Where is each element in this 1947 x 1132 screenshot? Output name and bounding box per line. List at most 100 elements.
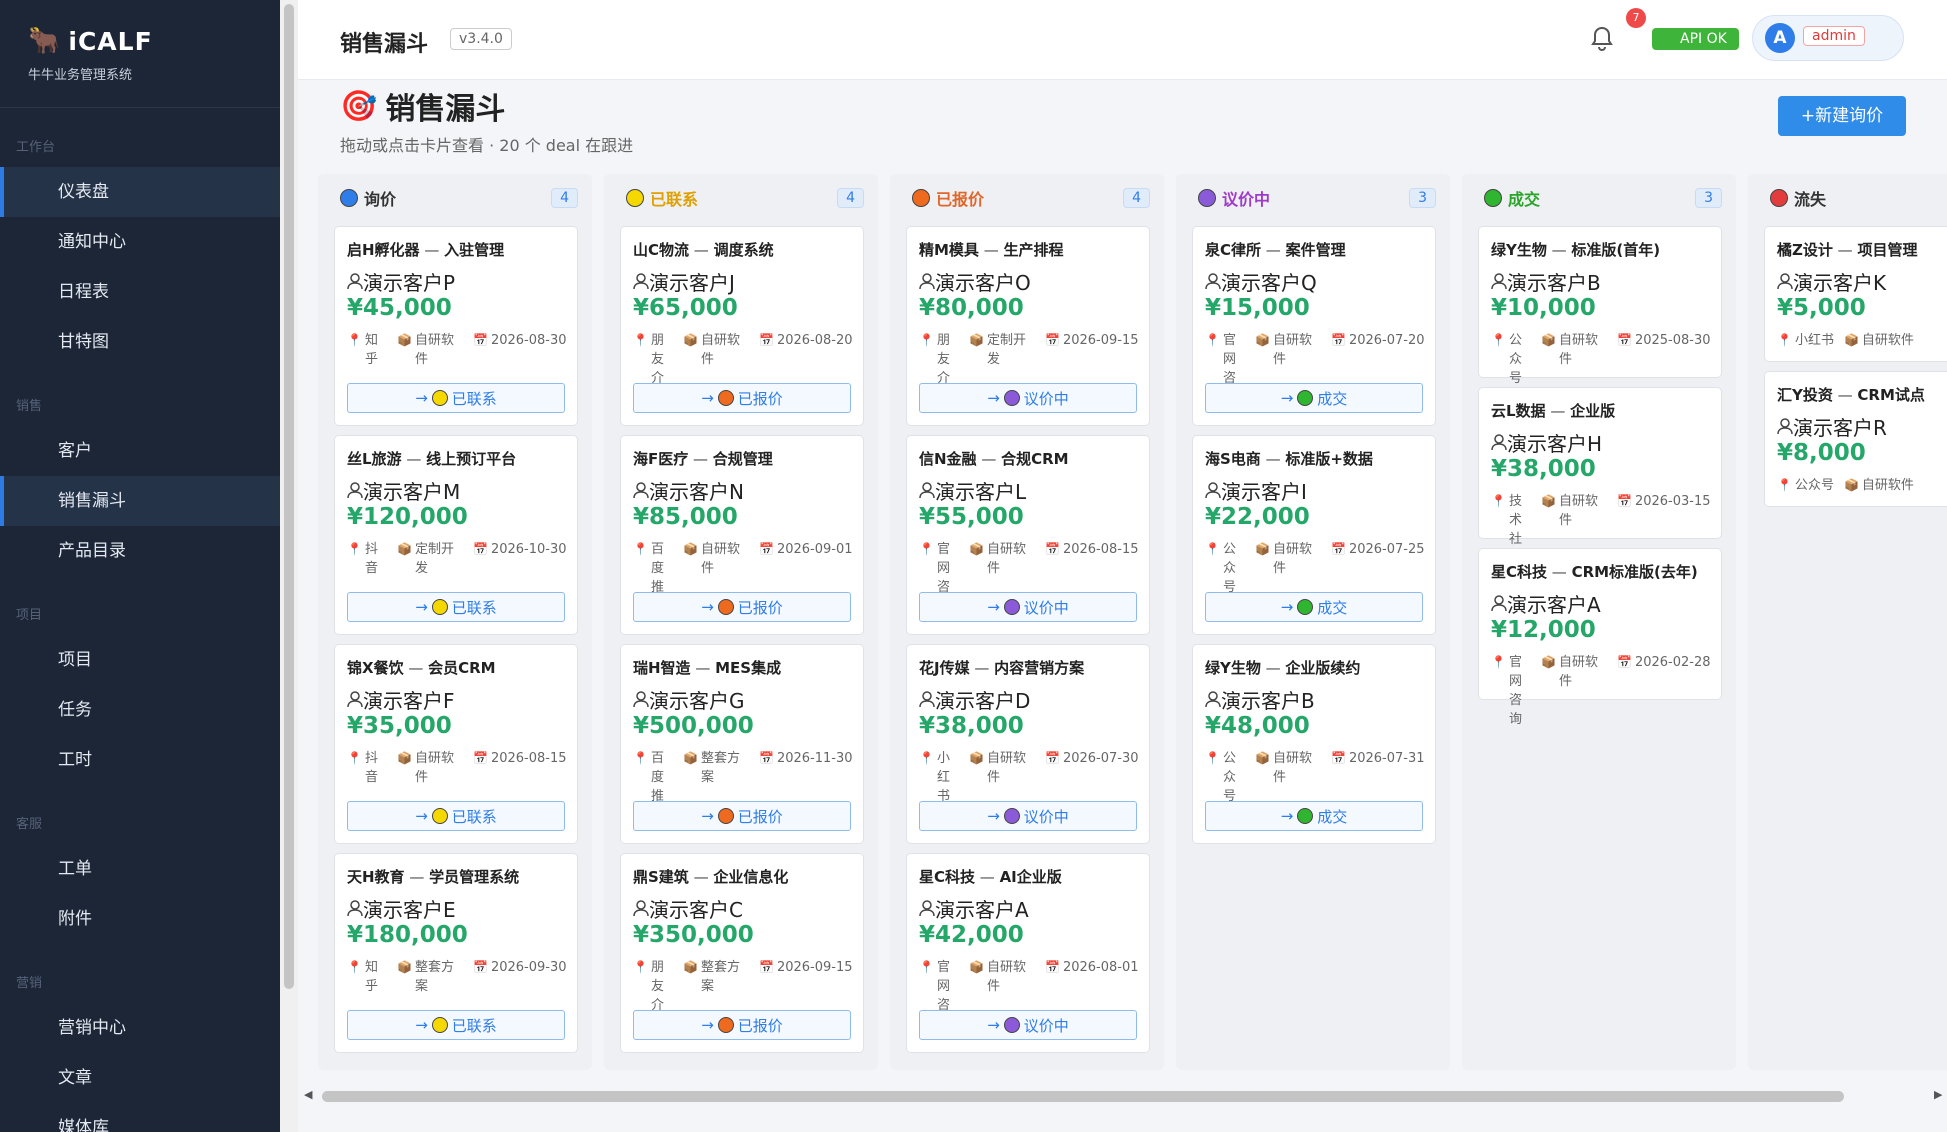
deal-card[interactable]: 汇Y投资 — CRM试点 演示客户R ¥8,000 📍 公众号 📦 自研软件 [1764, 371, 1947, 507]
deal-card[interactable]: 山C物流 — 调度系统演示客户J¥65,000📍朋友介绍📦自研软件📅2026-0… [620, 226, 864, 426]
person-icon [1205, 271, 1221, 295]
deal-title: 精M模具 — 生产排程 [919, 239, 1064, 260]
move-to-next-stage-button[interactable]: → 已报价 [633, 383, 851, 413]
sidebar-item[interactable]: 营销中心 [0, 1003, 280, 1053]
deal-type-meta: 📦 自研软件 [1541, 331, 1609, 369]
title-separator: — [688, 450, 713, 468]
stage-dot-icon [431, 808, 448, 824]
move-to-next-stage-button[interactable]: → 议价中 [919, 1010, 1137, 1040]
sidebar-item[interactable]: 项目 [0, 635, 280, 685]
deal-source-meta: 📍 抖音 [347, 749, 389, 787]
move-to-next-stage-button[interactable]: → 议价中 [919, 383, 1137, 413]
deal-source: 抖音 [364, 751, 378, 785]
deal-card[interactable]: 锦X餐饮 — 会员CRM 演示客户F ¥35,000 📍 抖音 📦 自研软件 📅 2026-08… [334, 644, 578, 844]
deal-card[interactable]: 精M模具 — 生产排程演示客户O¥80,000📍朋友介绍📦定制开发📅2026-0… [906, 226, 1150, 426]
move-to-next-stage-button[interactable]: → 议价中 [919, 592, 1137, 622]
column-count-badge: 4 [837, 188, 864, 208]
deal-source-meta: 📍 公众号 [1205, 540, 1247, 597]
deal-type: 自研软件 [700, 333, 740, 367]
sidebar-item[interactable]: 文章 [0, 1053, 280, 1103]
title-separator: — [1545, 402, 1571, 420]
next-stage-label: 成交 [1317, 598, 1348, 617]
sidebar-item[interactable]: 销售漏斗 [0, 476, 280, 526]
stage-dot-icon [1484, 189, 1502, 207]
move-to-next-stage-button[interactable]: → 已报价 [633, 592, 851, 622]
title-separator: — [689, 241, 714, 259]
deal-card[interactable]: 泉C律所 — 案件管理演示客户Q¥15,000📍官网咨询📦自研软件📅2026-0… [1192, 226, 1436, 426]
user-menu[interactable]: A admin [1752, 15, 1904, 61]
customer-name: 演示客户F [363, 689, 455, 713]
sidebar-item[interactable]: 客户 [0, 426, 280, 476]
sidebar-item[interactable]: 工单 [0, 844, 280, 894]
deal-card[interactable]: 天H教育 — 学员管理系统 演示客户E ¥180,000 📍 知乎 📦 整套方案 📅 2026-… [334, 853, 578, 1053]
deal-product: 企业版 [1570, 402, 1616, 420]
title-separator: — [403, 659, 429, 677]
move-to-next-stage-button[interactable]: → 成交 [1205, 801, 1423, 831]
box-icon: 📦 [683, 542, 698, 556]
new-inquiry-button[interactable]: +新建询价 [1778, 96, 1906, 136]
deal-card[interactable]: 云L数据 — 企业版演示客户H¥38,000📍技术社区📦自研软件📅2026-03… [1478, 387, 1722, 566]
sidebar-item[interactable]: 产品目录 [0, 526, 280, 576]
deal-date: 2026-09-30 [490, 960, 567, 975]
deal-card[interactable]: 绿Y生物 — 标准版(首年) 演示客户B ¥10,000 📍 公众号 📦 自研软件 📅 2025… [1478, 226, 1722, 386]
deal-product: CRM标准版(去年) [1571, 563, 1698, 581]
sidebar-item[interactable]: 工时 [0, 735, 280, 785]
move-to-next-stage-button[interactable]: → 已报价 [633, 801, 851, 831]
deal-card[interactable]: 星C科技 — AI企业版演示客户A¥42,000📍官网咨询📦自研软件📅2026-… [906, 853, 1150, 1053]
person-icon [919, 898, 935, 922]
move-to-next-stage-button[interactable]: → 已联系 [347, 1010, 565, 1040]
deal-amount: ¥45,000 [347, 295, 452, 321]
deal-card[interactable]: 瑞H智造 — MES集成演示客户G¥500,000📍百度推广📦整套方案📅2026… [620, 644, 864, 844]
deal-card[interactable]: 花J传媒 — 内容营销方案 演示客户D ¥38,000 📍 小红书 📦 自研软件 📅 2026-… [906, 644, 1150, 844]
arrow-right-icon: → [415, 389, 428, 407]
deal-card[interactable]: 橘Z设计 — 项目管理 演示客户K ¥5,000 📍 小红书 📦 自研软件 [1764, 226, 1947, 362]
board-horizontal-scrollbar[interactable]: ◀ ▶ [304, 1088, 1947, 1102]
deal-card[interactable]: 丝L旅游 — 线上预订平台 演示客户M ¥120,000 📍 抖音 📦 定制开发 📅 2026-… [334, 435, 578, 635]
box-icon: 📦 [1541, 494, 1556, 508]
sidebar-item[interactable]: 任务 [0, 685, 280, 735]
deal-card[interactable]: 海F医疗 — 合规管理演示客户N¥85,000📍百度推广📦自研软件📅2026-0… [620, 435, 864, 635]
deal-card[interactable]: 绿Y生物 — 企业版续约 演示客户B ¥48,000 📍 公众号 📦 自研软件 📅 2026-0… [1192, 644, 1436, 844]
deal-card[interactable]: 海S电商 — 标准版+数据 演示客户I ¥22,000 📍 公众号 📦 自研软件 📅 2026-… [1192, 435, 1436, 635]
move-to-next-stage-button[interactable]: → 成交 [1205, 592, 1423, 622]
api-status-badge: API OK [1652, 28, 1739, 50]
bell-icon[interactable] [1590, 26, 1614, 52]
pin-icon: 📍 [1777, 333, 1792, 347]
sidebar-item[interactable]: 仪表盘 [0, 167, 280, 217]
calendar-icon: 📅 [1617, 333, 1632, 347]
deal-product: 合规管理 [712, 450, 773, 468]
move-to-next-stage-button[interactable]: → 已联系 [347, 801, 565, 831]
move-to-next-stage-button[interactable]: → 已联系 [347, 592, 565, 622]
calendar-icon: 📅 [1331, 542, 1346, 556]
box-icon: 📦 [1541, 333, 1556, 347]
deal-product: 企业版续约 [1285, 659, 1361, 677]
deal-customer: 演示客户D [919, 685, 1030, 714]
calendar-icon: 📅 [759, 751, 774, 765]
scroll-right-arrow-icon[interactable]: ▶ [1934, 1088, 1942, 1101]
deal-card[interactable]: 信N金融 — 合规CRM演示客户L¥55,000📍官网咨询📦自研软件📅2026-… [906, 435, 1150, 635]
sidebar-item[interactable]: 通知中心 [0, 217, 280, 267]
arrow-right-icon: → [1280, 389, 1294, 407]
deal-card[interactable]: 启H孵化器 — 入驻管理 演示客户P ¥45,000 📍 知乎 📦 自研软件 📅 2026-08… [334, 226, 578, 426]
scroll-thumb[interactable] [322, 1091, 1844, 1102]
deal-card[interactable]: 星C科技 — CRM标准版(去年) 演示客户A ¥12,000 📍 官网咨询 📦 自研软件 📅… [1478, 548, 1722, 727]
sidebar-scrollbar[interactable] [284, 4, 294, 989]
sidebar-item[interactable]: 日程表 [0, 267, 280, 317]
deal-card[interactable]: 鼎S建筑 — 企业信息化演示客户C¥350,000📍朋友介绍📦整套方案📅2026… [620, 853, 864, 1053]
move-to-next-stage-button[interactable]: → 议价中 [919, 801, 1137, 831]
deal-product: 企业信息化 [713, 868, 789, 886]
column-count-badge: 4 [1123, 188, 1150, 208]
deal-source: 公众号 [1222, 542, 1236, 595]
next-stage-label: 已联系 [451, 1016, 497, 1035]
move-to-next-stage-button[interactable]: → 已报价 [633, 1010, 851, 1040]
brand[interactable]: 🐂 iCALF 牛牛业务管理系统 [0, 0, 280, 108]
deal-product: 合规CRM [1001, 450, 1069, 468]
move-to-next-stage-button[interactable]: → 成交 [1205, 383, 1423, 413]
sidebar-item[interactable]: 附件 [0, 894, 280, 944]
user-name-badge: admin [1803, 26, 1865, 46]
move-to-next-stage-button[interactable]: → 已联系 [347, 383, 565, 413]
scroll-left-arrow-icon[interactable]: ◀ [304, 1088, 312, 1101]
pin-icon: 📍 [1777, 478, 1792, 492]
sidebar-item[interactable]: 媒体库 [0, 1103, 280, 1132]
sidebar-item[interactable]: 甘特图 [0, 317, 280, 367]
